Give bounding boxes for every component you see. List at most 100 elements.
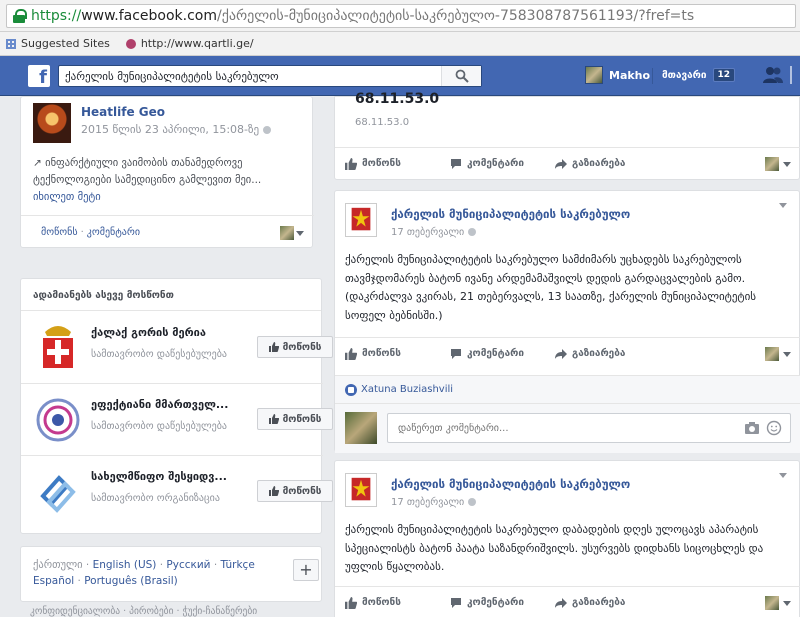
lock-icon	[13, 9, 27, 23]
chevron-down-icon[interactable]	[779, 203, 787, 208]
avatar	[765, 157, 779, 171]
post-action-bar: მოწონს კომენტარი გაზიარება	[335, 337, 800, 369]
like-button[interactable]: მოწონს	[345, 596, 440, 609]
comment-box	[387, 413, 791, 443]
post-action-bar: მოწონს კომენტარი გაზიარება	[335, 586, 800, 617]
karelі-coat-of-arms-icon[interactable]	[345, 203, 377, 237]
share-button[interactable]: გაზიარება	[555, 158, 650, 170]
like-link[interactable]: მოწონს	[41, 227, 78, 238]
feed-post-partial: 68.11.53.0 68.11.53.0 მოწონს კომენტარი გ…	[334, 91, 800, 180]
feed-post: ქარელის მუნიციპალიტეტის საკრებულო 17 თებ…	[334, 190, 800, 453]
divider	[652, 68, 653, 84]
share-button[interactable]: გაზიარება	[555, 597, 650, 609]
language-link[interactable]: Русский	[166, 559, 210, 571]
like-button[interactable]: მოწონს	[345, 157, 440, 170]
post-caption: 68.11.53.0	[355, 117, 410, 128]
comment-link[interactable]: კომენტარი	[87, 227, 140, 238]
procurement-logo-icon[interactable]	[33, 466, 83, 518]
url-scheme: https://	[31, 8, 82, 24]
language-link[interactable]: Português (Brasil)	[84, 575, 178, 587]
globe-icon	[468, 498, 477, 506]
facebook-logo-icon[interactable]: f	[28, 65, 50, 87]
post-text: ქარელის მუნიციპალიტეტის საკრებულო დაბადე…	[345, 523, 764, 573]
comment-composer	[335, 403, 800, 453]
search-button[interactable]	[441, 66, 481, 86]
comment-button[interactable]: კომენტარი	[450, 348, 545, 360]
post-date[interactable]: 2015 წლის 23 აპრილი, 15:08-ზე	[81, 123, 272, 136]
people-also-like-card: ადამიანებს ასევე მოსწონთ ქალაქ გორის მერ…	[20, 278, 333, 534]
like-page-button[interactable]: მოწონს	[257, 408, 333, 430]
feed-post: ქარელის მუნიციპალიტეტის საკრებულო 17 თებ…	[334, 460, 800, 617]
list-item: ეფექტიანი მმართველ... სამთავრობო დაწესებ…	[21, 384, 333, 456]
chevron-down-icon[interactable]	[296, 231, 304, 236]
post-footer: მოწონს · კომენტარი	[21, 215, 314, 249]
share-icon	[555, 348, 567, 359]
like-page-button[interactable]: მოწონს	[257, 480, 333, 502]
comment-input[interactable]	[388, 422, 744, 434]
link-icon: ↗	[33, 157, 46, 169]
search-icon	[455, 69, 469, 83]
page-name-link[interactable]: სახელმწიფო შესყიდვ...	[91, 470, 251, 483]
shared-post-card: Heatlife Geo 2015 წლის 23 აპრილი, 15:08-…	[20, 96, 314, 249]
footer-links[interactable]: კონფიდენციალობა · პირობები · ჭუქი-ჩანაწე…	[30, 606, 257, 617]
home-link[interactable]: მთავარი 12	[662, 68, 736, 82]
bookmark-label: Suggested Sites	[21, 37, 110, 50]
list-item: ქალაქ გორის მერია სამთავრობო დაწესებულებ…	[21, 312, 333, 384]
thumbs-up-icon	[268, 414, 279, 424]
home-count-badge: 12	[712, 68, 736, 82]
chevron-down-icon[interactable]	[783, 352, 791, 357]
chevron-down-icon[interactable]	[783, 601, 791, 606]
emoji-icon[interactable]	[766, 420, 782, 436]
liker-name-link[interactable]: Xatuna Buziashvili	[361, 384, 453, 395]
see-more-link[interactable]: იხილეთ მეტი	[33, 191, 101, 203]
language-link[interactable]: English (US)	[93, 559, 157, 571]
avatar	[765, 347, 779, 361]
post-action-bar: მოწონს კომენტარი გაზიარება	[335, 147, 800, 179]
comment-icon	[451, 158, 461, 169]
language-list: ქართული · English (US) · Русский · Türkç…	[33, 559, 255, 587]
language-link[interactable]: Türkçe	[221, 559, 255, 571]
likes-summary: Xatuna Buziashvili	[335, 375, 800, 403]
comment-button[interactable]: კომენტარი	[450, 158, 545, 170]
author-link[interactable]: ქარელის მუნიციპალიტეტის საკრებულო	[391, 477, 630, 491]
gori-coat-of-arms-icon[interactable]	[33, 322, 83, 374]
facebook-top-bar: f Makho მთავარი 12	[0, 56, 800, 96]
comment-icon	[451, 348, 461, 359]
add-language-button[interactable]: +	[293, 559, 319, 581]
author-link[interactable]: ქარელის მუნიციპალიტეტის საკრებულო	[391, 207, 630, 221]
avatar	[585, 66, 603, 84]
chevron-down-icon[interactable]	[783, 162, 791, 167]
more-icon[interactable]	[790, 66, 792, 84]
thumbs-up-icon	[345, 347, 357, 360]
page-name-link[interactable]: ქალაქ გორის მერია	[91, 326, 251, 339]
url-field[interactable]: https://www.facebook.com/ქარელის-მუნიციპ…	[6, 4, 796, 28]
share-icon	[555, 597, 567, 608]
bookmark-suggested-sites[interactable]: Suggested Sites	[6, 37, 110, 50]
like-button[interactable]: მოწონს	[345, 347, 440, 360]
karelі-coat-of-arms-icon[interactable]	[345, 473, 377, 507]
friends-icon[interactable]	[762, 66, 784, 84]
like-page-button[interactable]: მოწონს	[257, 336, 333, 358]
user-name: Makho	[609, 68, 651, 82]
browser-address-bar: https://www.facebook.com/ქარელის-მუნიციპ…	[0, 0, 800, 32]
page-category: სამთავრობო ორგანიზაცია	[91, 493, 220, 504]
search-box	[58, 65, 482, 87]
governance-logo-icon[interactable]	[33, 394, 83, 446]
language-selector-card: ქართული · English (US) · Русский · Türkç…	[20, 546, 322, 602]
avatar	[345, 412, 377, 444]
page-name-link[interactable]: ეფექტიანი მმართველ...	[91, 398, 251, 411]
share-button[interactable]: გაზიარება	[555, 348, 650, 360]
camera-icon[interactable]	[744, 420, 760, 436]
thumbs-up-icon	[345, 157, 357, 170]
page-name-link[interactable]: Heatlife Geo	[81, 105, 271, 119]
language-link[interactable]: Español	[33, 575, 74, 587]
post-timestamp[interactable]: 17 თებერვალი	[391, 497, 477, 508]
post-text: ↗ ინფარქტიული ვაიმობის თანამედროვე ტექნო…	[33, 157, 262, 203]
post-timestamp[interactable]: 17 თებერვალი	[391, 227, 477, 238]
search-input[interactable]	[59, 66, 441, 86]
comment-button[interactable]: კომენტარი	[450, 597, 545, 609]
bookmark-qartli[interactable]: http://www.qartli.ge/	[125, 37, 254, 50]
page-thumbnail[interactable]	[33, 103, 71, 143]
chevron-down-icon[interactable]	[779, 473, 787, 478]
profile-link[interactable]: Makho	[585, 66, 650, 84]
